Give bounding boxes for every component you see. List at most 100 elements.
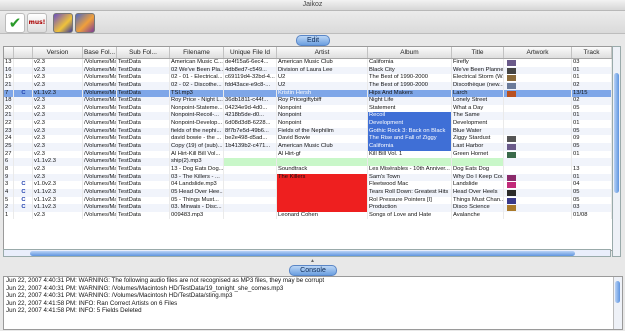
cell-base-folder[interactable]: /Volumes/Ma... xyxy=(83,181,117,189)
cell-base-folder[interactable]: /Volumes/Ma... xyxy=(83,89,117,98)
cell-unique-file-id[interactable]: be2e498-d5ad... xyxy=(224,135,277,144)
cell-artist[interactable]: U2 xyxy=(277,74,368,82)
cell-artwork[interactable] xyxy=(504,158,572,166)
cell-row-number[interactable]: 21 xyxy=(4,81,14,90)
cell-title[interactable]: Why Do I Keep Cou... xyxy=(452,173,504,182)
table-row[interactable]: 21 v2.3/Volumes/Ma...TestData02 - 02 - Di… xyxy=(4,81,612,90)
table-row[interactable]: 19 v2.3/Volumes/Ma...TestData02 - 01 - El… xyxy=(4,74,612,82)
cell-row-number[interactable]: 8 xyxy=(4,165,14,174)
table-row[interactable]: 20 v2.3/Volumes/Ma...TestDataNonpoint-Sta… xyxy=(4,104,612,113)
cell-row-number[interactable]: 13 xyxy=(4,59,14,67)
cell-track[interactable]: 01 xyxy=(572,150,612,159)
cell-unique-file-id[interactable] xyxy=(224,165,277,174)
cell-title[interactable]: Firefly xyxy=(452,59,504,67)
cell-track[interactable]: 02 xyxy=(572,97,612,105)
cell-artist[interactable]: Al Hirt-gf xyxy=(277,150,368,159)
column-header-base-folder[interactable]: Base Fol... xyxy=(83,47,117,58)
cell-title[interactable]: Avalanche xyxy=(452,211,504,220)
cell-track[interactable]: 01 xyxy=(572,120,612,128)
cell-album[interactable]: Gothic Rock 3: Back on Black xyxy=(368,127,452,136)
cell-unique-file-id[interactable]: de4f15a6-6ec4... xyxy=(224,59,277,67)
cell-version[interactable]: v1.1v2.3 xyxy=(33,204,83,212)
cell-row-number[interactable]: 3 xyxy=(4,181,14,189)
table-row[interactable]: 7Cv1.1v2.3/Volumes/Ma...TestDataTSI.mp3 K… xyxy=(4,89,612,98)
cell-title[interactable]: Larch xyxy=(452,89,504,98)
cell-base-folder[interactable]: /Volumes/Ma... xyxy=(83,188,117,197)
cell-album[interactable]: Rol Pressure Pointers [I] xyxy=(368,196,452,205)
cell-album[interactable]: California xyxy=(368,143,452,151)
cell-filename[interactable]: American Music C... xyxy=(170,59,224,67)
cell-version[interactable]: v2.3 xyxy=(33,59,83,67)
cell-base-folder[interactable]: /Volumes/Ma... xyxy=(83,158,117,166)
cell-track[interactable]: 05 xyxy=(572,143,612,151)
console-scroll-thumb[interactable] xyxy=(615,281,620,303)
cell-track[interactable]: 04 xyxy=(572,181,612,189)
cell-track[interactable]: 03 xyxy=(572,204,612,212)
cell-filename[interactable]: Roy Price - Night L... xyxy=(170,97,224,105)
cell-filename[interactable]: 04 Landslide.mp3 xyxy=(170,181,224,189)
cell-unique-file-id[interactable] xyxy=(224,89,277,98)
cell-base-folder[interactable]: /Volumes/Ma... xyxy=(83,112,117,121)
cell-filename[interactable]: 02 - 02 - Discothe... xyxy=(170,81,224,90)
cell-base-folder[interactable]: /Volumes/Ma... xyxy=(83,120,117,128)
table-row[interactable]: 3Cv1.0v2.3/Volumes/Ma...TestData04 Lands… xyxy=(4,181,612,189)
cell-base-folder[interactable]: /Volumes/Ma... xyxy=(83,59,117,67)
cell-artwork[interactable] xyxy=(504,173,572,182)
cell-track[interactable]: 01 xyxy=(572,112,612,121)
cell-flag[interactable] xyxy=(14,59,33,67)
cell-filename[interactable]: 02 - 01 - Electrical... xyxy=(170,74,224,82)
cell-unique-file-id[interactable]: 1b4139b2-c471... xyxy=(224,143,277,151)
cell-album[interactable]: Fleetwood Mac xyxy=(368,181,452,189)
cell-version[interactable]: v2.3 xyxy=(33,165,83,174)
cell-row-number[interactable]: 23 xyxy=(4,127,14,136)
cell-sub-folder[interactable]: TestData xyxy=(117,158,170,166)
cell-artist[interactable]: Nonpoint xyxy=(277,112,368,121)
cell-row-number[interactable]: 4 xyxy=(4,188,14,197)
horizontal-scroll-thumb[interactable] xyxy=(30,251,575,256)
cell-sub-folder[interactable]: TestData xyxy=(117,127,170,136)
cell-unique-file-id[interactable] xyxy=(224,211,277,220)
cell-artist[interactable]: Division of Laura Lee xyxy=(277,66,368,75)
cell-version[interactable]: v2.3 xyxy=(33,120,83,128)
cell-artist[interactable]: Kristin Hersh xyxy=(277,89,368,98)
cell-flag[interactable] xyxy=(14,104,33,113)
cell-flag[interactable] xyxy=(14,158,33,166)
vertical-scrollbar[interactable] xyxy=(612,46,621,257)
cell-artist[interactable]: U2 xyxy=(277,81,368,90)
cell-title[interactable]: Green Hornet xyxy=(452,150,504,159)
cell-artwork[interactable] xyxy=(504,181,572,189)
table-row[interactable]: 21 v2.3/Volumes/Ma...TestDataNonpoint-Rec… xyxy=(4,112,612,121)
cell-sub-folder[interactable]: TestData xyxy=(117,74,170,82)
cell-artist[interactable]: Roy Pricegiftybiff xyxy=(277,97,368,105)
cell-flag[interactable] xyxy=(14,66,33,75)
cell-row-number[interactable]: 27 xyxy=(4,150,14,159)
cell-base-folder[interactable]: /Volumes/Ma... xyxy=(83,196,117,205)
column-header-version[interactable]: Version xyxy=(33,47,83,58)
column-header-track[interactable]: Track xyxy=(572,47,612,58)
cell-version[interactable]: v1.0v2.3 xyxy=(33,181,83,189)
cell-flag[interactable] xyxy=(14,135,33,144)
cell-track[interactable]: 05 xyxy=(572,127,612,136)
cell-unique-file-id[interactable] xyxy=(224,173,277,182)
cell-row-number[interactable]: 21 xyxy=(4,112,14,121)
cell-flag[interactable] xyxy=(14,211,33,220)
cell-unique-file-id[interactable] xyxy=(224,188,277,197)
table-row[interactable]: 1 v2.3/Volumes/Ma...TestData009483.mp3 Leo… xyxy=(4,211,612,220)
cell-base-folder[interactable]: /Volumes/Ma... xyxy=(83,173,117,182)
cell-unique-file-id[interactable]: 36db1811-c44f... xyxy=(224,97,277,105)
cell-unique-file-id[interactable]: 4db8ed7-c549... xyxy=(224,66,277,75)
cell-track[interactable] xyxy=(572,158,612,166)
cell-title[interactable]: Discothèque (new... xyxy=(452,81,504,90)
cell-album[interactable]: Statement xyxy=(368,104,452,113)
cell-title[interactable]: Ziggy Stardust xyxy=(452,135,504,144)
cell-row-number[interactable]: 7 xyxy=(4,89,14,98)
cell-artwork[interactable] xyxy=(504,120,572,128)
vertical-scroll-thumb[interactable] xyxy=(614,73,619,193)
cell-base-folder[interactable]: /Volumes/Ma... xyxy=(83,127,117,136)
table-row[interactable]: 25 v2.3/Volumes/Ma...TestDataCopy (19) of… xyxy=(4,143,612,151)
cell-track[interactable]: 01 xyxy=(572,66,612,75)
cell-base-folder[interactable]: /Volumes/Ma... xyxy=(83,66,117,75)
cell-row-number[interactable]: 2 xyxy=(4,204,14,212)
cell-base-folder[interactable]: /Volumes/Ma... xyxy=(83,104,117,113)
cell-album[interactable]: The Best of 1990-2000 xyxy=(368,81,452,90)
